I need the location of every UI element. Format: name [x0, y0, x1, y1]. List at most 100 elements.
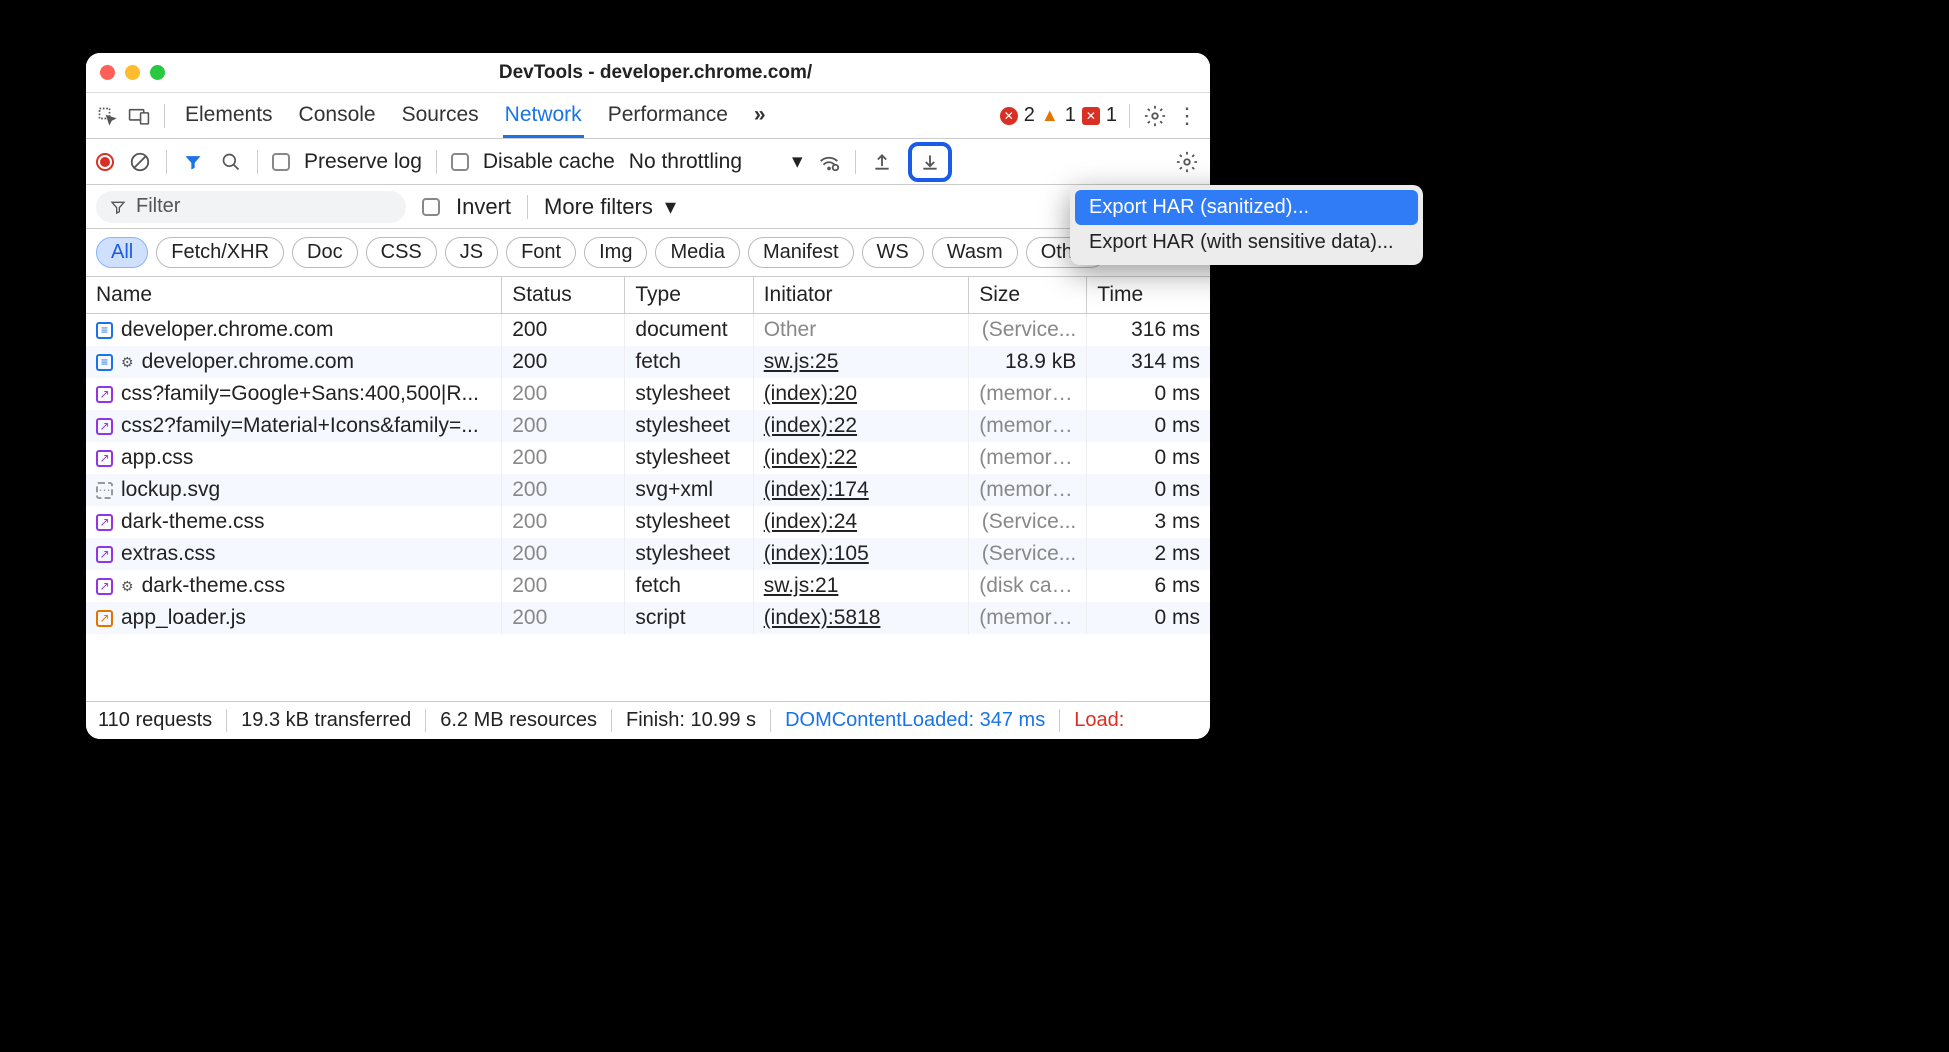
tab-performance[interactable]: Performance: [606, 93, 730, 138]
chevron-down-icon: ▾: [792, 149, 803, 174]
request-size: 18.9 kB: [969, 346, 1087, 378]
clear-icon[interactable]: [128, 150, 152, 174]
warning-count[interactable]: 1: [1065, 104, 1076, 127]
invert-checkbox[interactable]: [422, 198, 440, 216]
request-size: (Service...: [969, 506, 1087, 538]
chip-media[interactable]: Media: [655, 237, 739, 268]
col-size[interactable]: Size: [969, 277, 1087, 314]
more-filters-dropdown[interactable]: More filters ▾: [544, 194, 676, 220]
chip-img[interactable]: Img: [584, 237, 647, 268]
table-row[interactable]: ↗css?family=Google+Sans:400,500|R... 200…: [86, 378, 1210, 410]
request-size: (memory ...: [969, 410, 1087, 442]
error-count[interactable]: 2: [1024, 104, 1035, 127]
request-status: 200: [502, 442, 625, 474]
request-time: 316 ms: [1087, 314, 1210, 347]
record-button[interactable]: [96, 153, 114, 171]
chip-fetch[interactable]: Fetch/XHR: [156, 237, 284, 268]
chip-css[interactable]: CSS: [366, 237, 437, 268]
inspect-icon[interactable]: [94, 103, 120, 129]
tab-elements[interactable]: Elements: [183, 93, 275, 138]
request-status: 200: [502, 378, 625, 410]
chip-all[interactable]: All: [96, 237, 148, 268]
chip-js[interactable]: JS: [445, 237, 498, 268]
preserve-log-checkbox[interactable]: [272, 153, 290, 171]
error-badge-icon[interactable]: ✕: [1000, 107, 1018, 125]
issue-badge-icon[interactable]: ✕: [1082, 107, 1100, 125]
main-tabbar: Elements Console Sources Network Perform…: [86, 93, 1210, 139]
chip-doc[interactable]: Doc: [292, 237, 358, 268]
titlebar[interactable]: DevTools - developer.chrome.com/: [86, 53, 1210, 93]
tab-network[interactable]: Network: [503, 93, 584, 138]
tab-console[interactable]: Console: [297, 93, 378, 138]
throttling-select[interactable]: No throttling ▾: [629, 149, 803, 174]
col-name[interactable]: Name: [86, 277, 502, 314]
request-time: 314 ms: [1087, 346, 1210, 378]
table-row[interactable]: ↗app_loader.js 200 script (index):5818 (…: [86, 602, 1210, 634]
col-type[interactable]: Type: [625, 277, 753, 314]
col-initiator[interactable]: Initiator: [753, 277, 969, 314]
maximize-button[interactable]: [150, 65, 165, 80]
issue-count[interactable]: 1: [1106, 104, 1117, 127]
network-conditions-icon[interactable]: [817, 150, 841, 174]
request-initiator: sw.js:25: [753, 346, 969, 378]
menu-export-sensitive[interactable]: Export HAR (with sensitive data)...: [1075, 225, 1418, 260]
table-row[interactable]: ⋯lockup.svg 200 svg+xml (index):174 (mem…: [86, 474, 1210, 506]
table-row[interactable]: ↗css2?family=Material+Icons&family=... 2…: [86, 410, 1210, 442]
request-name: lockup.svg: [121, 478, 220, 502]
request-initiator: (index):5818: [753, 602, 969, 634]
traffic-lights: [100, 65, 165, 80]
warning-badge-icon[interactable]: ▲: [1041, 105, 1059, 126]
chip-manifest[interactable]: Manifest: [748, 237, 854, 268]
request-initiator: (index):105: [753, 538, 969, 570]
request-name: extras.css: [121, 542, 216, 566]
table-row[interactable]: ↗dark-theme.css 200 stylesheet (index):2…: [86, 506, 1210, 538]
close-button[interactable]: [100, 65, 115, 80]
request-name: css?family=Google+Sans:400,500|R...: [121, 382, 479, 406]
request-type: fetch: [625, 570, 753, 602]
search-icon[interactable]: [219, 150, 243, 174]
col-time[interactable]: Time: [1087, 277, 1210, 314]
panel-tabs: Elements Console Sources Network Perform…: [177, 93, 994, 138]
chip-ws[interactable]: WS: [862, 237, 924, 268]
more-menu-icon[interactable]: ⋮: [1174, 103, 1200, 129]
chip-wasm[interactable]: Wasm: [932, 237, 1018, 268]
disable-cache-checkbox[interactable]: [451, 153, 469, 171]
disable-cache-label[interactable]: Disable cache: [483, 150, 615, 174]
table-row[interactable]: ↗app.css 200 stylesheet (index):22 (memo…: [86, 442, 1210, 474]
preserve-log-label[interactable]: Preserve log: [304, 150, 422, 174]
request-type: stylesheet: [625, 538, 753, 570]
import-har-icon[interactable]: [870, 150, 894, 174]
request-time: 0 ms: [1087, 442, 1210, 474]
status-finish: Finish: 10.99 s: [612, 709, 771, 732]
filter-input[interactable]: Filter: [96, 191, 406, 223]
status-load: Load:: [1060, 709, 1138, 732]
filter-icon[interactable]: [181, 150, 205, 174]
table-row[interactable]: ↗extras.css 200 stylesheet (index):105 (…: [86, 538, 1210, 570]
table-row[interactable]: ↗⚙dark-theme.css 200 fetch sw.js:21 (dis…: [86, 570, 1210, 602]
request-time: 0 ms: [1087, 474, 1210, 506]
export-har-button[interactable]: [908, 142, 952, 182]
col-status[interactable]: Status: [502, 277, 625, 314]
request-size: (Service...: [969, 538, 1087, 570]
request-type: script: [625, 602, 753, 634]
minimize-button[interactable]: [125, 65, 140, 80]
request-type: stylesheet: [625, 442, 753, 474]
request-name: css2?family=Material+Icons&family=...: [121, 414, 479, 438]
table-row[interactable]: ≡⚙developer.chrome.com 200 fetch sw.js:2…: [86, 346, 1210, 378]
request-initiator: (index):174: [753, 474, 969, 506]
network-toolbar: Preserve log Disable cache No throttling…: [86, 139, 1210, 185]
tabs-overflow[interactable]: »: [752, 93, 768, 138]
tab-sources[interactable]: Sources: [400, 93, 481, 138]
chip-font[interactable]: Font: [506, 237, 576, 268]
request-name: dark-theme.css: [121, 510, 265, 534]
menu-export-sanitized[interactable]: Export HAR (sanitized)...: [1075, 190, 1418, 225]
device-toggle-icon[interactable]: [126, 103, 152, 129]
request-name: developer.chrome.com: [142, 350, 354, 374]
invert-label[interactable]: Invert: [456, 194, 511, 220]
table-row[interactable]: ≡developer.chrome.com 200 document Other…: [86, 314, 1210, 347]
service-worker-gear-icon: ⚙: [121, 354, 134, 371]
network-settings-icon[interactable]: [1174, 149, 1200, 175]
settings-gear-icon[interactable]: [1142, 103, 1168, 129]
download-icon: [918, 150, 942, 174]
status-dcl: DOMContentLoaded: 347 ms: [771, 709, 1060, 732]
